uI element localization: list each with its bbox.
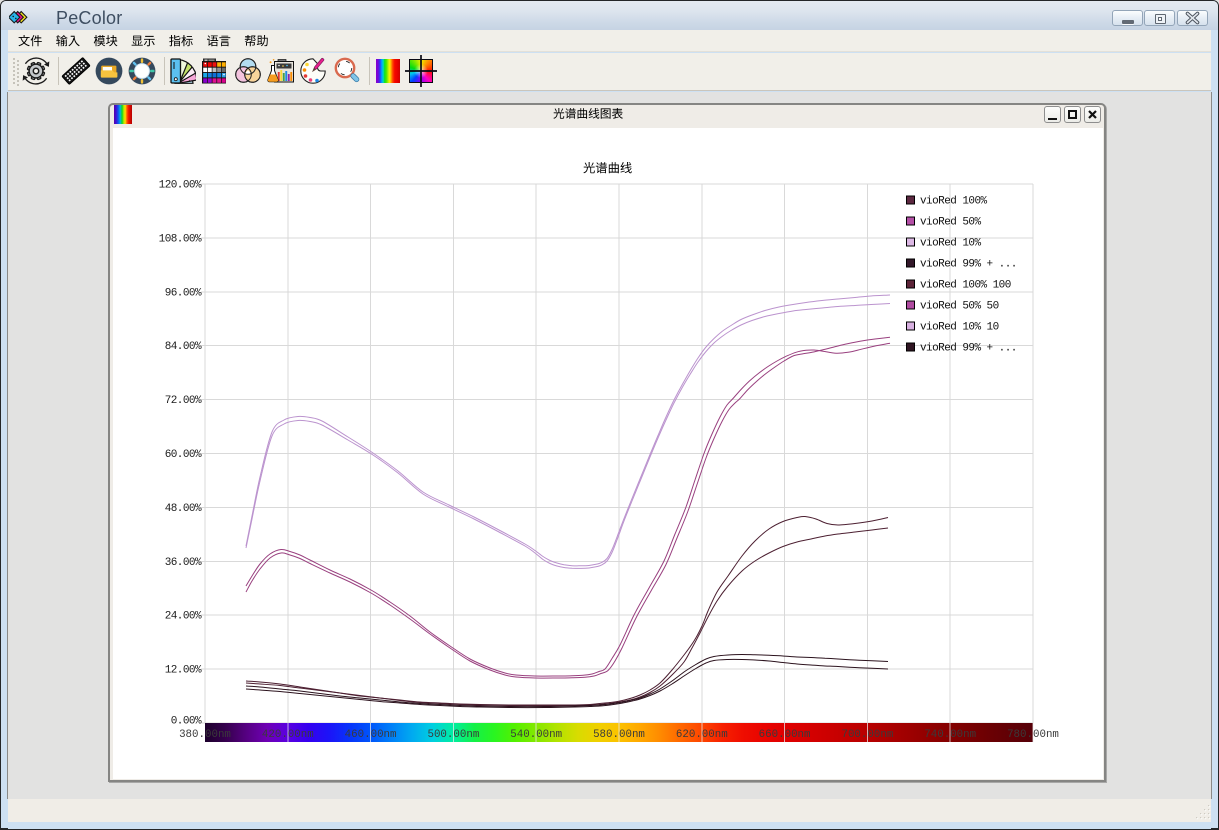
svg-text:420.00nm: 420.00nm: [262, 729, 314, 741]
svg-text:660.00nm: 660.00nm: [759, 729, 811, 741]
svg-text:380.00nm: 380.00nm: [179, 729, 231, 741]
svg-text:500.00nm: 500.00nm: [427, 729, 479, 741]
svg-text:540.00nm: 540.00nm: [510, 729, 562, 741]
svg-text:vioRed 99% + ...: vioRed 99% + ...: [920, 259, 1017, 271]
svg-text:vioRed 99% + ...: vioRed 99% + ...: [920, 343, 1017, 355]
svg-text:vioRed 100%: vioRed 100%: [920, 196, 988, 208]
svg-text:72.00%: 72.00%: [165, 395, 202, 407]
svg-text:36.00%: 36.00%: [165, 557, 202, 569]
svg-text:12.00%: 12.00%: [165, 665, 202, 677]
svg-text:84.00%: 84.00%: [165, 341, 202, 353]
svg-text:vioRed 10%: vioRed 10%: [920, 238, 981, 250]
svg-text:60.00%: 60.00%: [165, 449, 202, 461]
svg-text:740.00nm: 740.00nm: [924, 729, 976, 741]
svg-text:580.00nm: 580.00nm: [593, 729, 645, 741]
svg-text:108.00%: 108.00%: [159, 233, 202, 245]
svg-text:780.00nm: 780.00nm: [1007, 729, 1059, 741]
svg-text:vioRed 100% 100: vioRed 100% 100: [920, 280, 1011, 292]
svg-text:48.00%: 48.00%: [165, 503, 202, 515]
svg-text:96.00%: 96.00%: [165, 287, 202, 299]
svg-text:620.00nm: 620.00nm: [676, 729, 728, 741]
svg-text:vioRed 50%: vioRed 50%: [920, 217, 981, 229]
svg-text:vioRed 50% 50: vioRed 50% 50: [920, 301, 999, 313]
svg-text:120.00%: 120.00%: [159, 180, 202, 192]
svg-text:0.00%: 0.00%: [171, 716, 202, 728]
svg-text:24.00%: 24.00%: [165, 611, 202, 623]
svg-text:700.00nm: 700.00nm: [841, 729, 893, 741]
svg-text:vioRed 10% 10: vioRed 10% 10: [920, 322, 999, 334]
svg-text:460.00nm: 460.00nm: [345, 729, 397, 741]
